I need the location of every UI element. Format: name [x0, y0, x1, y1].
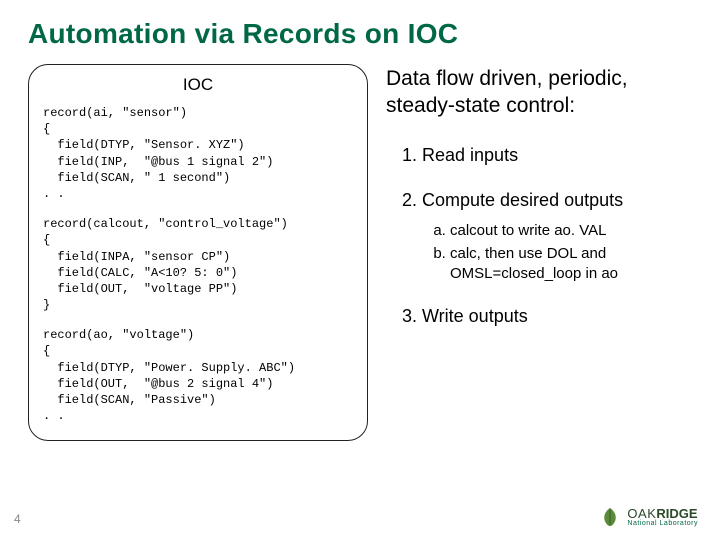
sub-item-b: calc, then use DOL and OMSL=closed_loop …: [450, 244, 692, 283]
slide-title: Automation via Records on IOC: [28, 18, 692, 50]
list-item-1: Read inputs: [422, 144, 692, 167]
content-row: IOC record(ai, "sensor") { field(DTYP, "…: [28, 64, 692, 441]
code-block-calcout: record(calcout, "control_voltage") { fie…: [43, 216, 353, 313]
list-item-1-text: Read inputs: [422, 145, 518, 165]
list-item-2-text: Compute desired outputs: [422, 190, 623, 210]
list-item-3: Write outputs: [422, 305, 692, 328]
code-block-sensor: record(ai, "sensor") { field(DTYP, "Sens…: [43, 105, 353, 202]
page-number: 4: [14, 512, 21, 526]
list-item-2: Compute desired outputs calcout to write…: [422, 189, 692, 283]
ioc-box: IOC record(ai, "sensor") { field(DTYP, "…: [28, 64, 368, 441]
logo-sub: National Laboratory: [627, 520, 698, 527]
list-item-3-text: Write outputs: [422, 306, 528, 326]
leaf-icon: [599, 506, 621, 528]
sub-list: calcout to write ao. VAL calc, then use …: [422, 221, 692, 284]
slide: Automation via Records on IOC IOC record…: [0, 0, 720, 540]
code-block-voltage: record(ao, "voltage") { field(DTYP, "Pow…: [43, 327, 353, 424]
logo-oak: OAK: [627, 506, 656, 521]
headline: Data flow driven, periodic, steady-state…: [386, 66, 692, 120]
main-list: Read inputs Compute desired outputs calc…: [386, 144, 692, 329]
right-column: Data flow driven, periodic, steady-state…: [386, 64, 692, 441]
sub-item-a: calcout to write ao. VAL: [450, 221, 692, 241]
logo-main: OAKRIDGE: [627, 507, 698, 520]
logo-ridge: RIDGE: [656, 506, 697, 521]
logo: OAKRIDGE National Laboratory: [599, 506, 698, 528]
ioc-label: IOC: [43, 75, 353, 95]
logo-text: OAKRIDGE National Laboratory: [627, 507, 698, 527]
